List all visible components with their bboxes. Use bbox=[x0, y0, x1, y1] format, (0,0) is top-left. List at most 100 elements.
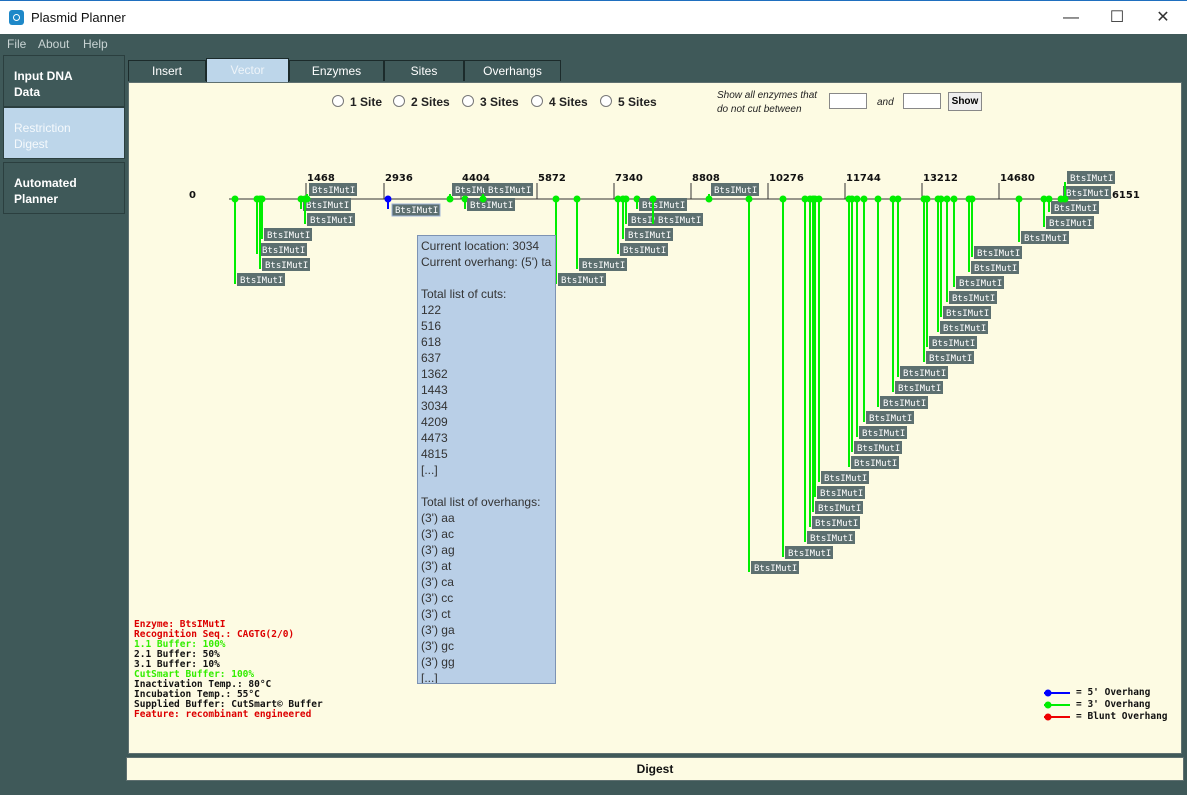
show-button[interactable]: Show bbox=[948, 92, 982, 111]
cut-site-marker[interactable] bbox=[779, 195, 787, 203]
enzyme-label: BtsIMutI bbox=[883, 399, 926, 409]
close-button[interactable]: ✕ bbox=[1140, 1, 1186, 34]
cut-site-marker[interactable] bbox=[552, 195, 560, 203]
radio-icon[interactable] bbox=[531, 95, 543, 107]
cuts-header: Total list of cuts: bbox=[421, 287, 507, 301]
sidebar-item-automated-planner[interactable]: Automated Planner bbox=[3, 162, 125, 214]
enzyme-label: BtsIMutI bbox=[974, 264, 1017, 274]
radio-icon[interactable] bbox=[600, 95, 612, 107]
cut-site-marker[interactable] bbox=[937, 195, 945, 203]
cut-site-marker[interactable] bbox=[231, 195, 239, 203]
legend-3-prime: = 3' Overhang bbox=[1044, 699, 1168, 711]
cut-site-marker[interactable] bbox=[479, 195, 487, 203]
enzyme-label: BtsIMutI bbox=[815, 519, 858, 529]
menu-help[interactable]: Help bbox=[83, 37, 108, 51]
enzyme-label: BtsIMutI bbox=[1049, 219, 1092, 229]
selected-cut-marker[interactable] bbox=[384, 195, 392, 203]
cut-site-marker[interactable] bbox=[968, 195, 976, 203]
enzyme-label: BtsIMutI bbox=[818, 504, 861, 514]
maximize-button[interactable]: ☐ bbox=[1094, 1, 1140, 34]
range-to-input[interactable] bbox=[903, 93, 941, 109]
cut-site-marker[interactable] bbox=[815, 195, 823, 203]
cut-site-marker[interactable] bbox=[622, 195, 630, 203]
menu-file[interactable]: File bbox=[7, 37, 26, 51]
range-from-input[interactable] bbox=[829, 93, 867, 109]
enzyme-label: BtsIMutI bbox=[959, 279, 1002, 289]
cut-site-marker[interactable] bbox=[943, 195, 951, 203]
enzyme-label: BtsIMutI bbox=[642, 201, 685, 211]
enzyme-label: BtsIMutI bbox=[306, 201, 349, 211]
enzyme-label: BtsIMutI bbox=[470, 201, 513, 211]
radio-icon[interactable] bbox=[393, 95, 405, 107]
tab-insert[interactable]: Insert bbox=[128, 60, 206, 81]
cut-site-marker[interactable] bbox=[258, 195, 266, 203]
show-label-line: do not cut between bbox=[717, 104, 802, 115]
overhang-item: (3') aa bbox=[421, 511, 455, 525]
cut-site-marker[interactable] bbox=[874, 195, 882, 203]
enzyme-label: BtsIMutI bbox=[240, 276, 283, 286]
cut-site-marker[interactable] bbox=[745, 195, 753, 203]
enzyme-label: BtsIMutI bbox=[1024, 234, 1067, 244]
overhang-item: (3') ga bbox=[421, 623, 455, 637]
enzyme-label: BtsIMutI bbox=[628, 231, 671, 241]
cut-site-marker[interactable] bbox=[1061, 195, 1069, 203]
tab-overhangs[interactable]: Overhangs bbox=[464, 60, 561, 81]
enzyme-label: BtsIMutI bbox=[854, 459, 897, 469]
enzyme-label: BtsIMutI bbox=[623, 246, 666, 256]
radio-2-sites[interactable]: 2 Sites bbox=[393, 95, 450, 109]
map-tick-label: 7340 bbox=[615, 173, 643, 184]
enzyme-label: BtsIMutI bbox=[265, 261, 308, 271]
tab-enzymes[interactable]: Enzymes bbox=[289, 60, 384, 81]
digest-button[interactable]: Digest bbox=[126, 757, 1184, 781]
cut-site-marker[interactable] bbox=[446, 195, 454, 203]
overhang-item: (3') ac bbox=[421, 527, 454, 541]
sidebar-item-label: Data bbox=[14, 85, 41, 99]
enzyme-label: BtsIMutI bbox=[932, 339, 975, 349]
cut-item: 4815 bbox=[421, 447, 448, 461]
sidebar-item-label: Planner bbox=[14, 192, 59, 206]
cut-site-marker[interactable] bbox=[923, 195, 931, 203]
menu-about[interactable]: About bbox=[38, 37, 69, 51]
show-enzymes-label: Show all enzymes that do not cut between bbox=[717, 89, 832, 117]
cut-item: 4473 bbox=[421, 431, 448, 445]
radio-3-sites[interactable]: 3 Sites bbox=[462, 95, 519, 109]
cut-site-marker[interactable] bbox=[705, 195, 713, 203]
cut-site-marker[interactable] bbox=[303, 195, 311, 203]
map-tick-label: 4404 bbox=[462, 173, 490, 184]
feature: Feature: recombinant engineered bbox=[134, 709, 312, 720]
overhang-item: (3') cc bbox=[421, 591, 454, 605]
map-tick-label: 14680 bbox=[1000, 173, 1035, 184]
cut-site-marker[interactable] bbox=[950, 195, 958, 203]
cut-site-marker[interactable] bbox=[1015, 195, 1023, 203]
sidebar-item-restriction-digest[interactable]: Restriction Digest bbox=[3, 107, 125, 159]
enzyme-label: BtsIMutI bbox=[824, 474, 867, 484]
enzyme-label: BtsIMutI bbox=[952, 294, 995, 304]
sidebar-item-input-dna-data[interactable]: Input DNA Data bbox=[3, 55, 125, 107]
cut-site-marker[interactable] bbox=[894, 195, 902, 203]
cut-item: 4209 bbox=[421, 415, 448, 429]
current-overhang: Current overhang: (5') ta bbox=[421, 255, 552, 269]
radio-5-sites[interactable]: 5 Sites bbox=[600, 95, 657, 109]
tab-sites[interactable]: Sites bbox=[384, 60, 464, 81]
enzyme-label: BtsIMutI bbox=[310, 216, 353, 226]
cut-site-marker[interactable] bbox=[649, 195, 657, 203]
sidebar-item-label: Automated bbox=[14, 176, 77, 190]
and-label: and bbox=[877, 97, 894, 108]
window-title: Plasmid Planner bbox=[31, 10, 126, 25]
radio-icon[interactable] bbox=[332, 95, 344, 107]
minimize-button[interactable]: — bbox=[1048, 1, 1094, 34]
show-label-line: Show all enzymes that bbox=[717, 90, 818, 101]
map-tick-label: 5872 bbox=[538, 173, 566, 184]
tab-vector[interactable]: Vector bbox=[206, 58, 289, 82]
sidebar-item-label: Restriction bbox=[14, 121, 71, 135]
map-tick-label: 2936 bbox=[385, 173, 413, 184]
cut-site-marker[interactable] bbox=[860, 195, 868, 203]
radio-4-sites[interactable]: 4 Sites bbox=[531, 95, 588, 109]
enzyme-label: BtsIMutI bbox=[561, 276, 604, 286]
radio-icon[interactable] bbox=[462, 95, 474, 107]
cut-site-marker[interactable] bbox=[573, 195, 581, 203]
cut-site-marker[interactable] bbox=[853, 195, 861, 203]
title-bar: Plasmid Planner — ☐ ✕ bbox=[0, 0, 1187, 34]
radio-1-site[interactable]: 1 Site bbox=[332, 95, 382, 109]
